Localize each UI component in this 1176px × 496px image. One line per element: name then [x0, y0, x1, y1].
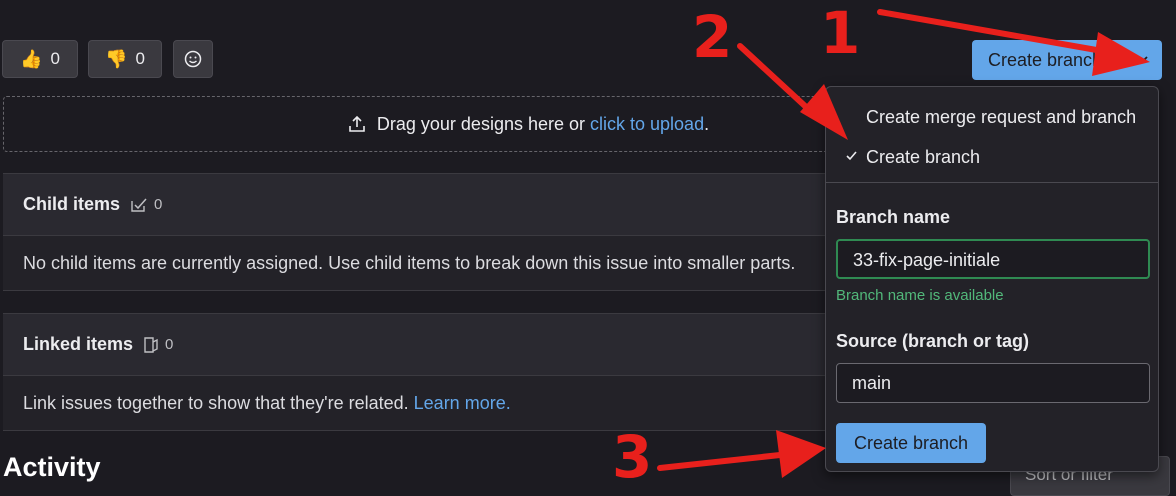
child-items-count: 0 [130, 196, 162, 213]
annotation-step-3: 3 [612, 423, 653, 491]
option-create-branch[interactable]: Create branch [866, 147, 980, 168]
add-reaction-button[interactable] [173, 40, 213, 78]
check-icon [846, 151, 857, 161]
upload-icon [349, 115, 365, 132]
linked-items-count: 0 [143, 336, 173, 354]
child-items-empty-text: No child items are currently assigned. U… [23, 252, 796, 273]
child-items-title: Child items [23, 194, 121, 214]
annotation-step-1: 1 [820, 0, 861, 67]
create-branch-split-button[interactable]: Create branch [972, 40, 1162, 80]
source-input[interactable]: main [836, 363, 1150, 403]
source-label: Source (branch or tag) [836, 331, 1030, 351]
link-issue-icon [144, 336, 158, 353]
dropdown-divider [826, 182, 1158, 183]
linked-items-empty-text: Link issues together to show that they'r… [23, 392, 409, 413]
create-branch-button-label[interactable]: Create branch [972, 50, 1128, 71]
chevron-down-icon[interactable] [1134, 50, 1152, 68]
thumbs-down-button[interactable]: 👎 0 [88, 40, 162, 78]
activity-heading: Activity [3, 452, 101, 482]
linked-items-title: Linked items [23, 334, 134, 354]
annotation-step-2: 2 [692, 3, 733, 71]
task-done-icon [131, 198, 147, 212]
branch-name-input[interactable]: 33-fix-page-initiale [836, 239, 1150, 279]
thumbs-up-icon: 👍 [20, 48, 43, 69]
option-create-merge-request[interactable]: Create merge request and branch [866, 107, 1136, 128]
branch-name-label: Branch name [836, 207, 951, 227]
thumbs-down-icon: 👎 [105, 48, 128, 69]
branch-available-status: Branch name is available [836, 287, 1004, 304]
upload-link[interactable]: click to upload [590, 114, 704, 135]
thumbs-down-count: 0 [135, 49, 145, 68]
thumbs-up-button[interactable]: 👍 0 [2, 40, 78, 78]
thumbs-up-count: 0 [50, 49, 60, 68]
create-branch-submit-button[interactable]: Create branch [836, 423, 986, 463]
create-branch-dropdown: Create merge request and branch Create b… [825, 86, 1159, 472]
learn-more-link[interactable]: Learn more. [414, 393, 511, 414]
smile-icon [184, 50, 202, 68]
upload-suffix: . [704, 113, 710, 134]
upload-text: Drag your designs here or [376, 113, 585, 134]
